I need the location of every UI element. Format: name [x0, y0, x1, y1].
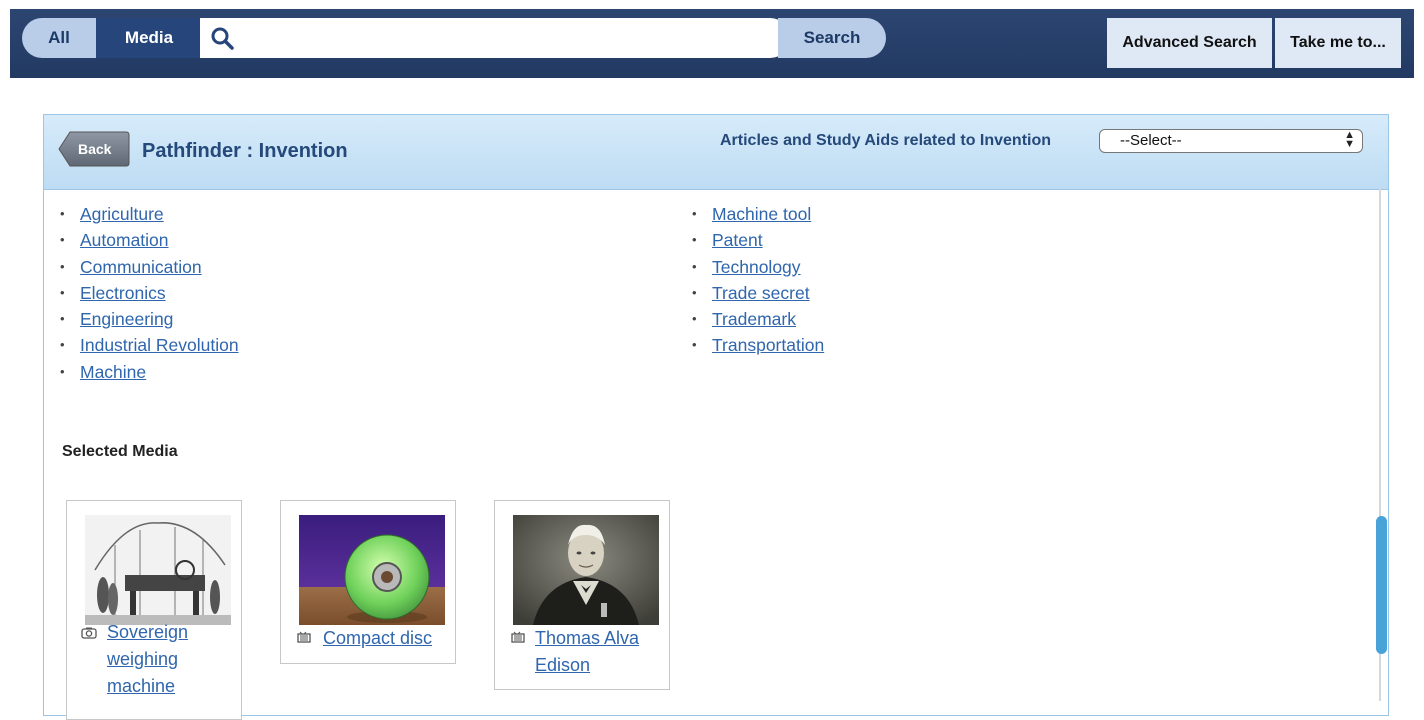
list-item: • Technology	[692, 254, 824, 280]
list-item: • Electronics	[60, 280, 239, 306]
bullet-icon: •	[60, 232, 65, 248]
scope-all-button[interactable]: All	[22, 18, 96, 58]
link-trade-secret[interactable]: Trade secret	[712, 283, 810, 303]
scope-media-button[interactable]: Media	[96, 18, 202, 58]
search-box	[200, 18, 790, 58]
link-trademark[interactable]: Trademark	[712, 309, 796, 329]
panel-header: Back Pathfinder : Invention Articles and…	[44, 115, 1388, 190]
bullet-icon: •	[60, 258, 65, 274]
media-title-line: Sovereign	[107, 622, 189, 642]
bullet-icon: •	[692, 232, 697, 248]
link-technology[interactable]: Technology	[712, 257, 801, 277]
search-input[interactable]	[244, 24, 768, 54]
link-patent[interactable]: Patent	[712, 230, 763, 250]
link-communication[interactable]: Communication	[80, 257, 202, 277]
bullet-icon: •	[692, 311, 697, 327]
media-link-sovereign-weighing-machine[interactable]: Sovereign weighing machine	[107, 619, 188, 700]
bullet-icon: •	[692, 284, 697, 300]
advanced-search-button[interactable]: Advanced Search	[1107, 18, 1272, 68]
media-thumbnail[interactable]	[85, 515, 231, 625]
link-machine-tool[interactable]: Machine tool	[712, 204, 811, 224]
bullet-icon: •	[60, 284, 65, 300]
bullet-icon: •	[60, 311, 65, 327]
media-link-compact-disc[interactable]: Compact disc	[323, 625, 432, 652]
video-icon	[511, 631, 525, 646]
search-scope-toggle: All Media	[22, 18, 202, 58]
list-item: • Trademark	[692, 306, 824, 332]
list-item: • Industrial Revolution	[60, 332, 239, 358]
list-item: • Automation	[60, 227, 239, 253]
list-item: • Agriculture	[60, 201, 239, 227]
search-icon[interactable]	[210, 26, 234, 50]
search-button[interactable]: Search	[778, 18, 886, 58]
bullet-icon: •	[692, 258, 697, 274]
video-icon	[297, 631, 311, 646]
back-button[interactable]: Back	[58, 130, 130, 168]
list-item: • Patent	[692, 227, 824, 253]
link-industrial-revolution[interactable]: Industrial Revolution	[80, 335, 239, 355]
list-item: • Machine tool	[692, 201, 824, 227]
related-links-left: • Agriculture • Automation • Communication …	[60, 201, 239, 385]
related-links-right: • Machine tool • Patent • Technology • Trade…	[692, 201, 824, 359]
media-title-line: machine	[107, 676, 176, 696]
pathfinder-panel: Back Pathfinder : Invention Articles and…	[43, 114, 1389, 720]
link-transportation[interactable]: Transportation	[712, 335, 824, 355]
media-title-line: Thomas Alva	[535, 628, 640, 648]
bullet-icon: •	[692, 337, 697, 353]
back-button-label: Back	[78, 141, 112, 157]
select-value: --Select--	[1120, 132, 1182, 149]
media-card: Compact disc	[280, 500, 456, 664]
page-title: Pathfinder : Invention	[142, 140, 348, 162]
camera-icon	[81, 627, 97, 642]
link-agriculture[interactable]: Agriculture	[80, 204, 164, 224]
media-title-line: Edison	[535, 655, 591, 675]
media-title-line: weighing	[107, 649, 179, 669]
link-engineering[interactable]: Engineering	[80, 309, 173, 329]
select-arrows-icon: ▲ ▼	[1344, 129, 1355, 150]
top-search-bar: All Media Search Advanced Search Take me…	[10, 9, 1414, 78]
media-thumbnail[interactable]	[513, 515, 659, 625]
link-machine[interactable]: Machine	[80, 362, 146, 382]
link-electronics[interactable]: Electronics	[80, 283, 166, 303]
list-item: • Communication	[60, 254, 239, 280]
scrollbar-thumb[interactable]	[1376, 516, 1387, 654]
selected-media-heading: Selected Media	[62, 443, 178, 460]
media-link-thomas-alva-edison[interactable]: Thomas Alva Edison	[535, 625, 639, 679]
bullet-icon: •	[60, 206, 65, 221]
media-thumbnail[interactable]	[299, 515, 445, 625]
media-title-line: Compact disc	[323, 628, 433, 648]
bullet-icon: •	[60, 337, 65, 353]
media-card: Sovereign weighing machine	[66, 500, 242, 720]
list-item: • Transportation	[692, 332, 824, 358]
list-item: • Engineering	[60, 306, 239, 332]
link-automation[interactable]: Automation	[80, 230, 169, 250]
related-articles-select[interactable]: --Select-- ▲ ▼	[1099, 129, 1363, 153]
media-card: Thomas Alva Edison	[494, 500, 670, 690]
list-item: • Trade secret	[692, 280, 824, 306]
bullet-icon: •	[692, 206, 697, 221]
list-item: • Machine	[60, 359, 239, 385]
related-articles-label: Articles and Study Aids related to Inven…	[720, 132, 1052, 149]
take-me-to-button[interactable]: Take me to...	[1275, 18, 1401, 68]
bullet-icon: •	[60, 363, 65, 379]
